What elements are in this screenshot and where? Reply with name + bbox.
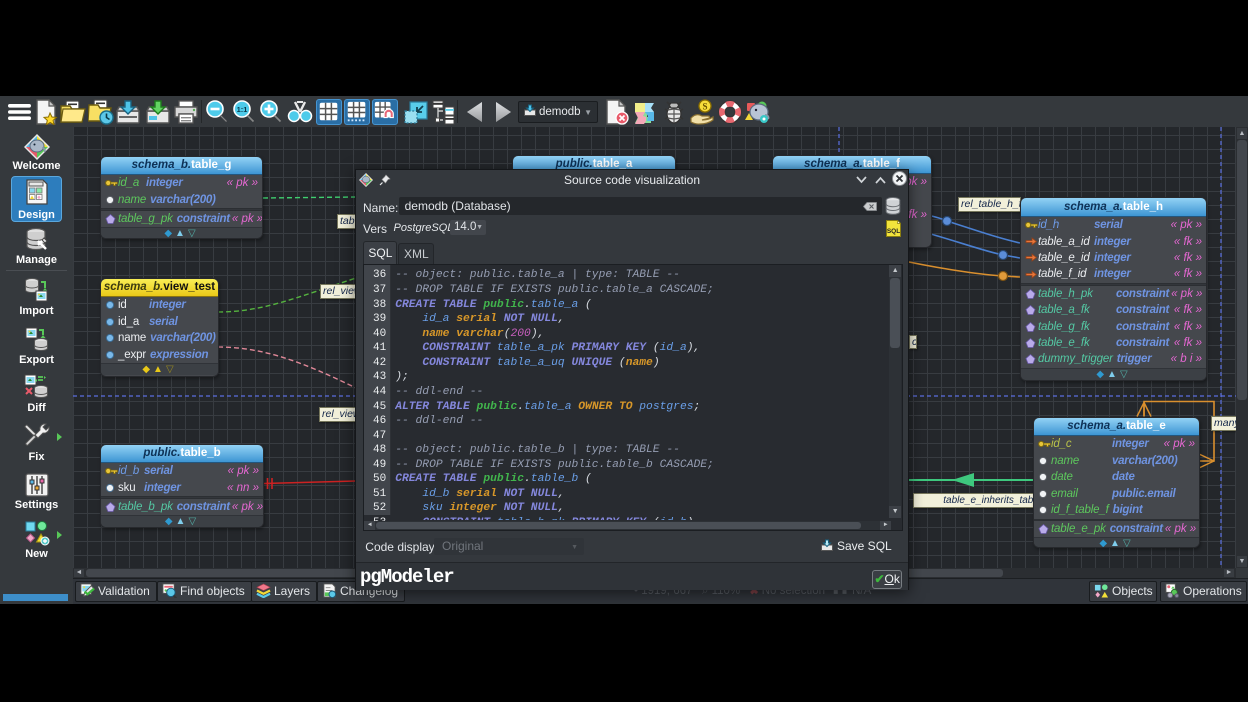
svg-text:1:1: 1:1 (237, 105, 248, 114)
svg-text:SQL: SQL (887, 228, 900, 235)
svg-text:S: S (702, 102, 707, 112)
